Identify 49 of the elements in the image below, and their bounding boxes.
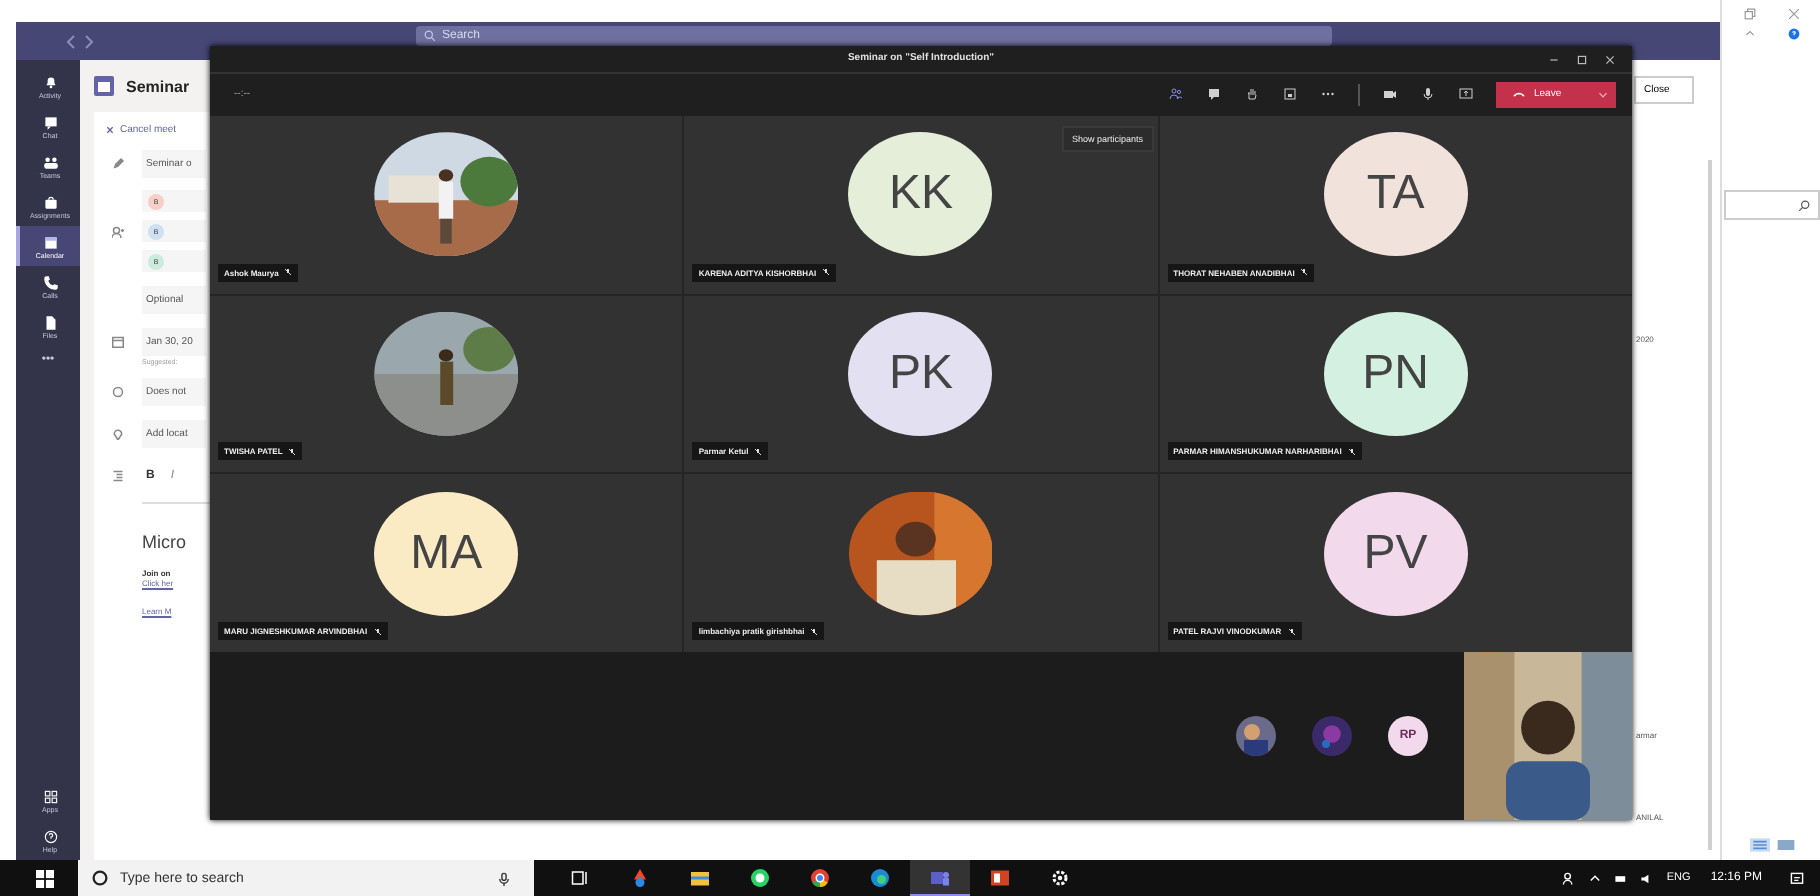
- phone-icon: [41, 273, 59, 291]
- microphone-icon[interactable]: [498, 871, 510, 885]
- location-icon: [112, 427, 124, 439]
- participant-avatar: KK: [848, 132, 993, 257]
- search-field[interactable]: [1724, 190, 1820, 220]
- help-icon: [41, 827, 59, 845]
- chat-icon[interactable]: [1206, 86, 1222, 103]
- close-icon[interactable]: [1604, 54, 1616, 66]
- people-icon[interactable]: [1562, 871, 1577, 885]
- tray-icon[interactable]: [1282, 86, 1298, 103]
- participant-avatar: PK: [848, 311, 993, 436]
- calendar-icon: [41, 233, 59, 251]
- circle-icon[interactable]: [92, 870, 108, 886]
- participant-avatar: TA: [1323, 132, 1468, 257]
- calendar-icon: [112, 335, 124, 347]
- search-icon: [424, 30, 436, 42]
- page-title: Seminar: [126, 77, 190, 95]
- restore-icon[interactable]: [1744, 8, 1756, 20]
- search-icon: [1798, 199, 1810, 211]
- layout-icon[interactable]: [1749, 838, 1769, 852]
- apps-icon: [41, 787, 59, 805]
- bell-icon: [41, 73, 59, 91]
- repeat-icon: [112, 385, 124, 397]
- phone-icon: [1512, 90, 1526, 99]
- back-icon[interactable]: [64, 34, 96, 50]
- help-icon[interactable]: [1788, 28, 1800, 40]
- mic-icon[interactable]: [1420, 86, 1436, 103]
- notification-icon[interactable]: [1790, 871, 1804, 885]
- windows-start-icon[interactable]: [36, 869, 54, 887]
- details-heading: Micro: [142, 532, 186, 552]
- people-icon: [41, 153, 59, 171]
- minimize-icon[interactable]: [1548, 54, 1560, 66]
- maximize-icon[interactable]: [1576, 54, 1588, 66]
- close-icon: [106, 126, 114, 134]
- camera-icon[interactable]: [1382, 86, 1398, 103]
- pencil-icon: [112, 157, 124, 169]
- chat-icon: [41, 113, 59, 131]
- participant-avatar: PV: [1323, 491, 1468, 616]
- calendar-icon: [94, 76, 114, 96]
- participant-avatar: PN: [1323, 311, 1468, 436]
- chevron-up-icon[interactable]: [1588, 871, 1603, 885]
- add-people-icon: [112, 225, 124, 237]
- chevron-down-icon: [1598, 91, 1608, 98]
- bag-icon: [41, 193, 59, 211]
- share-icon[interactable]: [1458, 86, 1474, 103]
- participants-icon[interactable]: [1168, 86, 1184, 103]
- participant-avatar: MA: [374, 491, 519, 616]
- file-icon: [41, 313, 59, 331]
- details-icon: [112, 469, 124, 481]
